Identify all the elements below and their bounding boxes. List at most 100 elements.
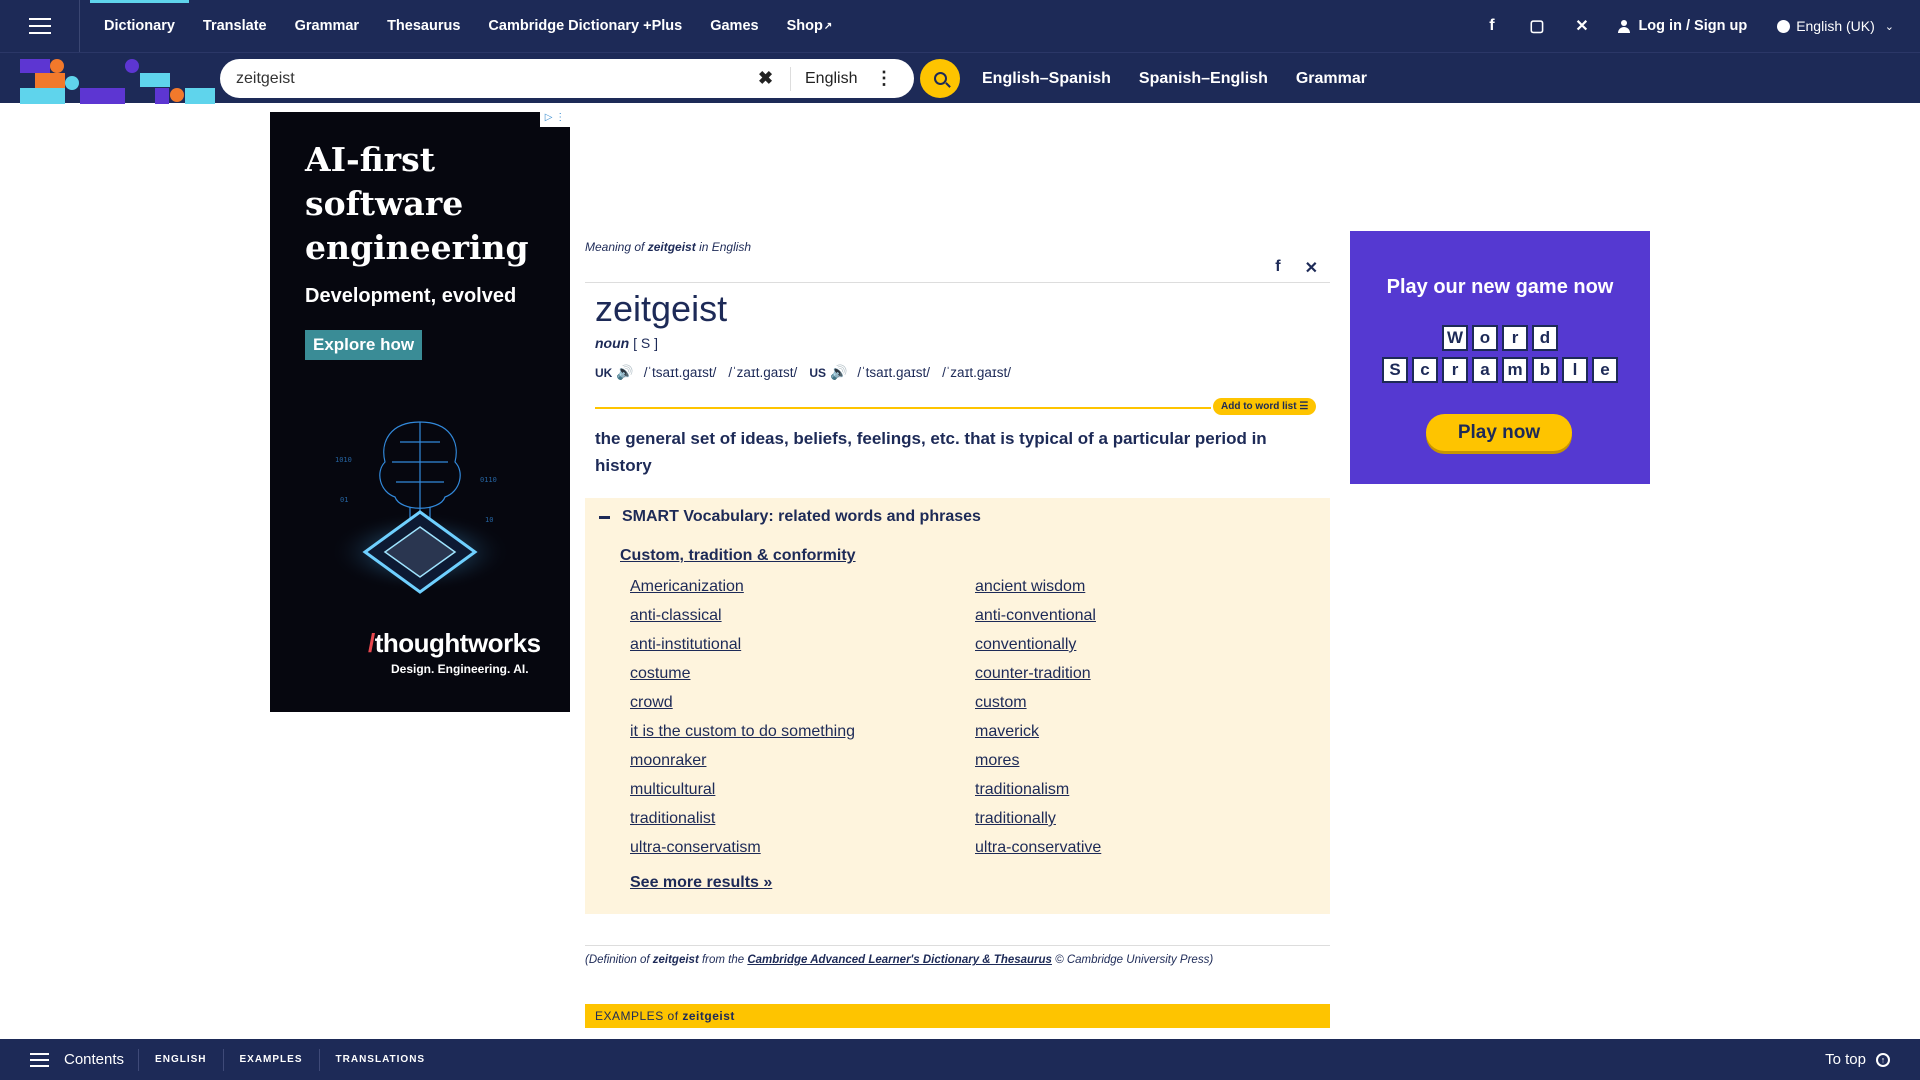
divider (585, 282, 1330, 283)
related-word-link[interactable]: conventionally (975, 636, 1101, 665)
related-word-link[interactable]: traditionally (975, 810, 1101, 839)
svg-text:1010: 1010 (335, 456, 352, 464)
language-selector[interactable]: English (UK) ⌄ (1777, 18, 1894, 34)
tab-english[interactable]: ENGLISH (138, 1048, 222, 1071)
smart-category-link[interactable]: Custom, tradition & conformity (620, 547, 856, 565)
quick-link-grammar[interactable]: Grammar (1296, 70, 1367, 88)
ad-title-line: AI-first (305, 140, 435, 179)
to-top-label: To top (1825, 1051, 1866, 1068)
source-word: zeitgeist (652, 954, 699, 966)
ad-word-scramble[interactable]: Play our new game now Word Scramble Play… (1350, 231, 1650, 484)
bottom-bar: Contents ENGLISH EXAMPLES TRANSLATIONS T… (0, 1039, 1920, 1080)
ad-thoughtworks[interactable]: ▷ ⋮ AI-first software engineering Develo… (270, 112, 570, 712)
source-prefix: (Definition of (585, 954, 653, 966)
see-more-results-link[interactable]: See more results » (630, 874, 772, 892)
nav-grammar[interactable]: Grammar (281, 0, 373, 52)
ad-brand: /thoughtworks (368, 628, 541, 659)
nav-right: f ▢ ✕ Log in / Sign up English (UK) ⌄ (1469, 0, 1920, 52)
to-top-button[interactable]: To top ↑ (1825, 1051, 1890, 1068)
related-word-link[interactable]: maverick (975, 723, 1101, 752)
contents-label: Contents (64, 1051, 125, 1068)
login-link[interactable]: Log in / Sign up (1618, 18, 1747, 34)
related-word-link[interactable]: custom (975, 694, 1101, 723)
related-word-link[interactable]: costume (630, 665, 855, 694)
search-input[interactable] (236, 69, 756, 88)
ad-headline: Play our new game now (1386, 276, 1614, 298)
quick-link-english-spanish[interactable]: English–Spanish (982, 70, 1111, 88)
search-bar: ✖ English ⋮ English–Spanish Spanish–Engl… (0, 52, 1920, 104)
related-word-link[interactable]: anti-conventional (975, 607, 1101, 636)
x-icon[interactable]: ✕ (1559, 16, 1604, 36)
clear-icon[interactable]: ✖ (758, 68, 778, 89)
share-buttons: f ✕ (1275, 258, 1318, 278)
play-now-button[interactable]: Play now (1426, 414, 1572, 451)
related-word-link[interactable]: counter-tradition (975, 665, 1101, 694)
facebook-share-icon[interactable]: f (1275, 258, 1280, 278)
source-book-link[interactable]: Cambridge Advanced Learner's Dictionary … (747, 954, 1052, 966)
related-word-link[interactable]: Americanization (630, 578, 855, 607)
letter-tile: c (1412, 357, 1438, 383)
letter-tile: S (1382, 357, 1408, 383)
external-link-icon: ↗ (823, 20, 833, 32)
smart-vocabulary-toggle[interactable]: SMART Vocabulary: related words and phra… (599, 508, 981, 526)
related-word-link[interactable]: ultra-conservatism (630, 839, 855, 868)
related-word-link[interactable]: anti-classical (630, 607, 855, 636)
menu-icon (30, 1058, 49, 1061)
related-word-link[interactable]: multicultural (630, 781, 855, 810)
facebook-icon[interactable]: f (1469, 17, 1514, 35)
uk-audio-icon[interactable]: 🔊 (616, 364, 633, 381)
collapse-icon (599, 515, 610, 519)
related-word-link[interactable]: it is the custom to do something (630, 723, 855, 752)
contents-button[interactable]: Contents (30, 1051, 124, 1068)
related-word-link[interactable]: anti-institutional (630, 636, 855, 665)
search-button[interactable] (920, 59, 960, 98)
related-word-link[interactable]: traditionalism (975, 781, 1101, 810)
headword: zeitgeist (595, 288, 728, 329)
svg-text:0110: 0110 (480, 476, 497, 484)
letter-tile: o (1472, 325, 1498, 351)
nav-thesaurus[interactable]: Thesaurus (373, 0, 474, 52)
main-nav: Dictionary Translate Grammar Thesaurus C… (90, 0, 846, 52)
add-to-word-list-button[interactable]: Add to word list ☰ (1213, 398, 1317, 415)
add-to-list-label: Add to word list (1221, 401, 1297, 412)
nav-dictionary[interactable]: Dictionary (90, 0, 189, 52)
quick-link-spanish-english[interactable]: Spanish–English (1139, 70, 1268, 88)
examples-heading: EXAMPLES of zeitgeist (585, 1004, 1330, 1028)
related-word-link[interactable]: ultra-conservative (975, 839, 1101, 868)
adchoices-icon[interactable]: ▷ ⋮ (540, 112, 570, 127)
related-word-link[interactable]: traditionalist (630, 810, 855, 839)
ad-cta-button[interactable]: Explore how (305, 330, 423, 360)
grammar-code: [ S ] (633, 335, 659, 351)
related-word-link[interactable]: mores (975, 752, 1101, 781)
ad-title-line: software (305, 184, 464, 223)
definition-source: (Definition of zeitgeist from the Cambri… (585, 954, 1213, 966)
meaning-word: zeitgeist (647, 240, 696, 254)
search-language[interactable]: English (805, 70, 875, 88)
letter-tile: r (1442, 357, 1468, 383)
letter-tile: r (1502, 325, 1528, 351)
pronunciation: UK 🔊 /ˈtsaɪt.ɡaɪst/ /ˈzaɪt.ɡaɪst/ US 🔊 /… (595, 364, 1023, 381)
quick-links: English–Spanish Spanish–English Grammar (982, 53, 1395, 104)
tiles-row-word: Word (1350, 325, 1650, 351)
letter-tile: d (1532, 325, 1558, 351)
nav-shop[interactable]: Shop ↗ (773, 0, 847, 52)
tab-examples[interactable]: EXAMPLES (222, 1048, 319, 1071)
related-word-link[interactable]: crowd (630, 694, 855, 723)
top-nav: Dictionary Translate Grammar Thesaurus C… (0, 0, 1920, 52)
us-audio-icon[interactable]: 🔊 (830, 364, 847, 381)
tab-translations[interactable]: TRANSLATIONS (318, 1048, 442, 1071)
nav-games[interactable]: Games (696, 0, 772, 52)
arrow-up-icon: ↑ (1876, 1052, 1890, 1067)
smart-vocabulary-title: SMART Vocabulary: related words and phra… (622, 508, 981, 525)
cambridge-logo[interactable] (0, 53, 215, 104)
nav-translate[interactable]: Translate (189, 0, 281, 52)
instagram-icon[interactable]: ▢ (1514, 16, 1559, 36)
nav-plus[interactable]: Cambridge Dictionary +Plus (474, 0, 696, 52)
menu-icon[interactable] (0, 0, 80, 52)
x-share-icon[interactable]: ✕ (1305, 258, 1318, 278)
more-options-icon[interactable]: ⋮ (875, 68, 893, 89)
related-word-link[interactable]: moonraker (630, 752, 855, 781)
letter-tile: m (1502, 357, 1528, 383)
related-word-link[interactable]: ancient wisdom (975, 578, 1101, 607)
pos-label: noun (595, 335, 630, 351)
